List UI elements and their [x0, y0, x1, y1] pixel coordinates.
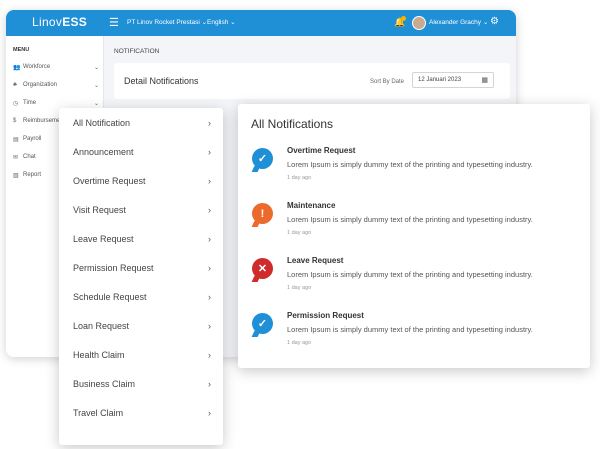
people-icon: 👥	[13, 64, 21, 71]
sidebar-item-label: Payroll	[23, 136, 42, 142]
category-item-loan[interactable]: Loan Request ›	[73, 316, 211, 336]
chat-icon: ✉	[13, 154, 19, 161]
notification-time: 1 day ago	[287, 230, 312, 236]
logo-prefix: Linov	[32, 15, 63, 29]
category-label: Visit Request	[73, 205, 126, 215]
chevron-down-icon: ⌄	[93, 100, 99, 107]
notifications-title: All Notifications	[251, 117, 334, 131]
date-picker[interactable]: 12 Januari 2023 ▦	[412, 72, 494, 88]
category-label: Travel Claim	[73, 408, 124, 418]
close-icon: ✕	[252, 258, 273, 279]
notification-item[interactable]: ✓ Overtime Request Lorem Ipsum is simply…	[252, 146, 582, 190]
chevron-right-icon: ›	[208, 118, 211, 128]
category-item-announcement[interactable]: Announcement ›	[73, 142, 211, 162]
hamburger-menu-icon[interactable]: ☰	[109, 16, 119, 29]
all-notifications-panel: All Notifications ✓ Overtime Request Lor…	[238, 104, 590, 368]
category-label: Permission Request	[73, 263, 154, 273]
chevron-down-icon: ⌄	[93, 64, 99, 71]
chevron-right-icon: ›	[208, 292, 211, 302]
sidebar-item-label: Report	[23, 172, 42, 178]
category-item-all[interactable]: All Notification ›	[73, 113, 211, 133]
chevron-right-icon: ›	[208, 408, 211, 418]
category-label: Overtime Request	[73, 176, 146, 186]
page-title: NOTIFICATION	[114, 48, 160, 55]
app-logo[interactable]: LinovESS	[32, 15, 87, 29]
notification-title: Maintenance	[287, 201, 336, 210]
language-selector[interactable]: English ⌄	[207, 18, 236, 26]
notification-item[interactable]: ✕ Leave Request Lorem Ipsum is simply du…	[252, 256, 582, 300]
chevron-right-icon: ›	[208, 147, 211, 157]
notification-time: 1 day ago	[287, 175, 312, 181]
notification-title: Overtime Request	[287, 146, 356, 155]
menu-label: MENU	[13, 47, 30, 53]
notification-body: Lorem Ipsum is simply dummy text of the …	[287, 270, 533, 279]
company-name: PT Linov Rocket Prestasi	[127, 19, 200, 26]
sidebar-item-workforce[interactable]: 👥 Workforce ⌄	[13, 61, 99, 73]
category-item-overtime[interactable]: Overtime Request ›	[73, 171, 211, 191]
chevron-right-icon: ›	[208, 176, 211, 186]
company-selector[interactable]: PT Linov Rocket Prestasi ⌄	[127, 18, 207, 26]
notification-title: Leave Request	[287, 256, 344, 265]
check-icon: ✓	[252, 148, 273, 169]
sidebar-item-label: Chat	[23, 154, 36, 160]
organization-icon: ♣	[13, 82, 17, 88]
notification-title: Permission Request	[287, 311, 364, 320]
notification-body: Lorem Ipsum is simply dummy text of the …	[287, 160, 533, 169]
notification-body: Lorem Ipsum is simply dummy text of the …	[287, 215, 533, 224]
date-value: 12 Januari 2023	[418, 77, 462, 83]
sidebar-item-label: Time	[23, 100, 37, 106]
payroll-icon: ▤	[13, 136, 19, 143]
report-icon: ▧	[13, 172, 19, 179]
screenshot-stage: LinovESS ☰ PT Linov Rocket Prestasi ⌄ En…	[0, 0, 600, 449]
notification-category-list: All Notification › Announcement › Overtime…	[59, 108, 223, 445]
chevron-right-icon: ›	[208, 205, 211, 215]
sidebar-item-organization[interactable]: ♣ Organization ⌄	[13, 79, 99, 91]
sidebar-item-label: Workforce	[23, 64, 51, 70]
logo-suffix: ESS	[62, 15, 88, 29]
chevron-down-icon: ⌄	[93, 82, 99, 89]
notification-time: 1 day ago	[287, 285, 312, 291]
category-item-business-claim[interactable]: Business Claim ›	[73, 374, 211, 394]
sort-label: Sort By Date	[370, 79, 405, 85]
category-item-visit[interactable]: Visit Request ›	[73, 200, 211, 220]
category-label: Health Claim	[73, 350, 125, 360]
user-name: Alexander Grachy	[429, 19, 482, 26]
category-label: Loan Request	[73, 321, 130, 331]
category-label: Schedule Request	[73, 292, 147, 302]
exclamation-icon: !	[252, 203, 273, 224]
chevron-right-icon: ›	[208, 321, 211, 331]
category-label: All Notification	[73, 118, 131, 128]
category-item-travel-claim[interactable]: Travel Claim ›	[73, 403, 211, 423]
chevron-right-icon: ›	[208, 263, 211, 273]
language-name: English	[207, 19, 229, 26]
category-item-leave[interactable]: Leave Request ›	[73, 229, 211, 249]
notification-time: 1 day ago	[287, 340, 312, 346]
notification-dot	[401, 16, 406, 21]
clock-icon: ◷	[13, 100, 19, 107]
user-menu[interactable]: Alexander Grachy ⌄	[429, 18, 488, 26]
notification-item[interactable]: ! Maintenance Lorem Ipsum is simply dumm…	[252, 201, 582, 245]
check-icon: ✓	[252, 313, 273, 334]
detail-title: Detail Notifications	[124, 76, 199, 86]
notification-body: Lorem Ipsum is simply dummy text of the …	[287, 325, 533, 334]
category-item-permission[interactable]: Permission Request ›	[73, 258, 211, 278]
chevron-right-icon: ›	[208, 234, 211, 244]
money-icon: $	[13, 118, 17, 124]
gear-icon[interactable]: ⚙	[490, 16, 499, 27]
category-label: Leave Request	[73, 234, 134, 244]
category-label: Announcement	[73, 147, 134, 157]
category-item-health-claim[interactable]: Health Claim ›	[73, 345, 211, 365]
chevron-right-icon: ›	[208, 379, 211, 389]
sidebar-item-label: Organization	[23, 82, 58, 88]
notification-item[interactable]: ✓ Permission Request Lorem Ipsum is simp…	[252, 311, 582, 355]
category-item-schedule[interactable]: Schedule Request ›	[73, 287, 211, 307]
top-bar: LinovESS ☰ PT Linov Rocket Prestasi ⌄ En…	[6, 10, 516, 36]
calendar-icon[interactable]: ▦	[481, 76, 488, 84]
category-label: Business Claim	[73, 379, 136, 389]
chevron-right-icon: ›	[208, 350, 211, 360]
avatar[interactable]	[412, 16, 426, 30]
chevron-down-icon: ⌄	[230, 19, 236, 26]
chevron-down-icon: ⌄	[482, 19, 489, 26]
detail-notifications-panel: Detail Notifications Sort By Date 12 Jan…	[114, 63, 510, 99]
